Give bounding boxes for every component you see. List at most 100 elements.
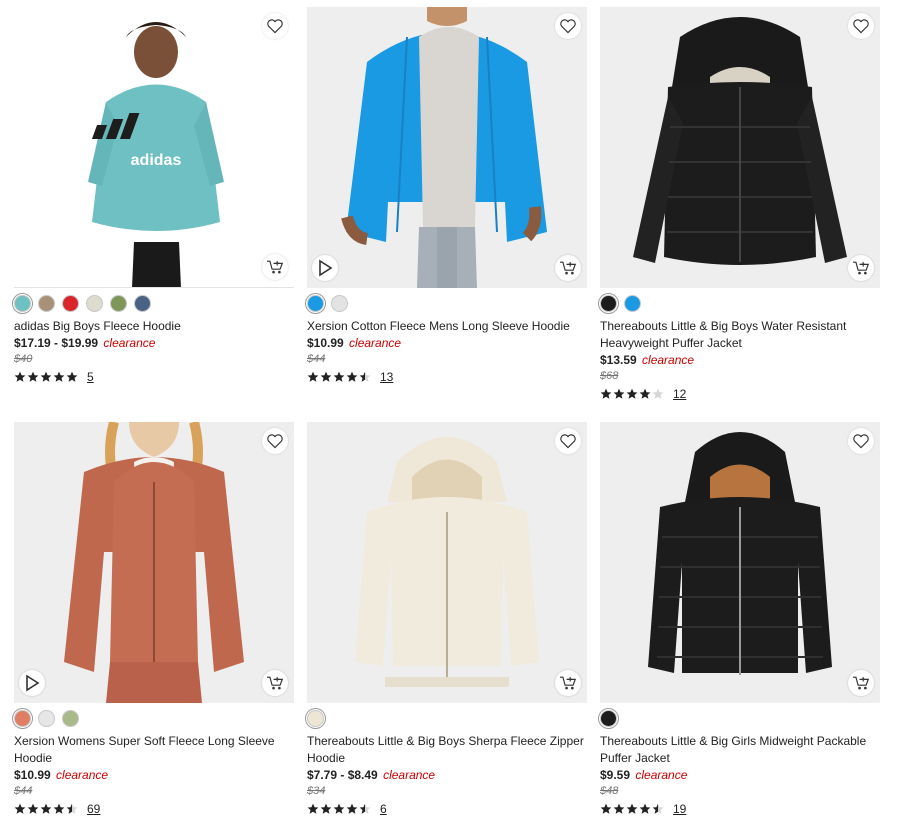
star-icon xyxy=(346,371,358,382)
review-count-link[interactable]: 19 xyxy=(673,802,686,816)
sale-price: $10.99 xyxy=(14,768,51,782)
add-to-cart-button[interactable] xyxy=(262,670,288,696)
color-swatch[interactable] xyxy=(38,710,55,727)
star-icon xyxy=(639,388,651,399)
star-icon xyxy=(626,803,638,814)
review-count-link[interactable]: 13 xyxy=(380,370,393,384)
heart-outline-icon xyxy=(560,434,576,449)
product-price: $7.79 - $8.49 clearance xyxy=(307,767,587,783)
color-swatch[interactable] xyxy=(14,295,31,312)
color-swatch[interactable] xyxy=(331,295,348,312)
cart-plus-icon xyxy=(267,676,284,690)
product-title[interactable]: Thereabouts Little & Big Boys Sherpa Fle… xyxy=(307,733,587,767)
product-photo-blue-zip-hoodie xyxy=(307,7,587,288)
product-price: $9.59 clearance xyxy=(600,767,880,783)
add-to-cart-button[interactable] xyxy=(848,255,874,281)
star-icon xyxy=(14,803,26,814)
product-image[interactable] xyxy=(14,422,294,703)
favorite-button[interactable] xyxy=(262,13,288,39)
heart-outline-icon xyxy=(560,19,576,34)
star-rating xyxy=(307,371,371,383)
product-rating: 6 xyxy=(307,801,587,817)
color-swatch[interactable] xyxy=(600,295,617,312)
color-swatch[interactable] xyxy=(62,295,79,312)
sale-price: $9.59 xyxy=(600,768,631,782)
product-photo-sherpa-zip-hoodie xyxy=(307,422,587,703)
star-rating xyxy=(307,803,371,815)
add-to-cart-button[interactable] xyxy=(555,670,581,696)
star-icon xyxy=(320,803,332,814)
star-icon xyxy=(320,371,332,382)
color-swatch[interactable] xyxy=(307,295,324,312)
product-title[interactable]: Xersion Cotton Fleece Mens Long Sleeve H… xyxy=(307,318,587,335)
favorite-button[interactable] xyxy=(848,428,874,454)
star-icon xyxy=(40,803,52,814)
heart-outline-icon xyxy=(853,434,869,449)
product-rating: 69 xyxy=(14,801,294,817)
product-price: $10.99 clearance xyxy=(307,335,587,351)
color-swatch[interactable] xyxy=(62,710,79,727)
product-card: adidas adidas Big Boys Fleece Hoodie $17… xyxy=(14,7,294,422)
product-price: $17.19 - $19.99 clearance xyxy=(14,335,294,351)
color-swatch[interactable] xyxy=(14,710,31,727)
favorite-button[interactable] xyxy=(848,13,874,39)
star-icon xyxy=(307,371,319,382)
sale-price: $17.19 - $19.99 xyxy=(14,336,99,350)
play-video-button[interactable] xyxy=(19,670,45,696)
color-swatches xyxy=(14,710,294,727)
product-image[interactable] xyxy=(307,422,587,703)
clearance-label: clearance xyxy=(349,336,402,350)
favorite-button[interactable] xyxy=(555,428,581,454)
product-title[interactable]: Thereabouts Little & Big Boys Water Resi… xyxy=(600,318,880,352)
add-to-cart-button[interactable] xyxy=(848,670,874,696)
star-rating xyxy=(14,803,78,815)
cart-plus-icon xyxy=(267,260,284,274)
product-card: Thereabouts Little & Big Boys Sherpa Fle… xyxy=(307,422,587,832)
original-price: $44 xyxy=(14,785,33,797)
add-to-cart-button[interactable] xyxy=(555,255,581,281)
product-rating: 5 xyxy=(14,369,294,385)
favorite-button[interactable] xyxy=(555,13,581,39)
cart-plus-icon xyxy=(560,261,577,275)
heart-outline-icon xyxy=(267,19,283,34)
product-title[interactable]: adidas Big Boys Fleece Hoodie xyxy=(14,318,294,335)
color-swatch[interactable] xyxy=(600,710,617,727)
product-image[interactable] xyxy=(600,422,880,703)
star-icon xyxy=(27,803,39,814)
original-price: $48 xyxy=(600,785,619,797)
color-swatches xyxy=(600,295,880,312)
clearance-label: clearance xyxy=(642,353,695,367)
heart-outline-icon xyxy=(267,434,283,449)
star-rating xyxy=(600,803,664,815)
review-count-link[interactable]: 69 xyxy=(87,802,100,816)
product-title[interactable]: Thereabouts Little & Big Girls Midweight… xyxy=(600,733,880,767)
product-image[interactable]: adidas xyxy=(14,7,294,288)
color-swatch[interactable] xyxy=(134,295,151,312)
color-swatch[interactable] xyxy=(110,295,127,312)
product-card: Xersion Cotton Fleece Mens Long Sleeve H… xyxy=(307,7,587,422)
color-swatch[interactable] xyxy=(38,295,55,312)
review-count-link[interactable]: 5 xyxy=(87,370,94,384)
product-rating: 13 xyxy=(307,369,587,385)
clearance-label: clearance xyxy=(383,768,436,782)
color-swatch[interactable] xyxy=(86,295,103,312)
product-image[interactable] xyxy=(307,7,587,288)
star-icon xyxy=(307,803,319,814)
review-count-link[interactable]: 6 xyxy=(380,802,387,816)
review-count-link[interactable]: 12 xyxy=(673,387,686,401)
product-title[interactable]: Xersion Womens Super Soft Fleece Long Sl… xyxy=(14,733,294,767)
original-price: $68 xyxy=(600,370,619,382)
sale-price: $7.79 - $8.49 xyxy=(307,768,378,782)
color-swatch[interactable] xyxy=(624,295,641,312)
product-price: $10.99 clearance xyxy=(14,767,294,783)
favorite-button[interactable] xyxy=(262,428,288,454)
product-image[interactable] xyxy=(600,7,880,288)
star-icon xyxy=(613,803,625,814)
color-swatch[interactable] xyxy=(307,710,324,727)
add-to-cart-button[interactable] xyxy=(262,254,288,280)
play-video-button[interactable] xyxy=(312,255,338,281)
star-icon xyxy=(66,803,78,814)
star-icon xyxy=(626,388,638,399)
star-icon xyxy=(639,803,651,814)
color-swatches xyxy=(14,295,294,312)
